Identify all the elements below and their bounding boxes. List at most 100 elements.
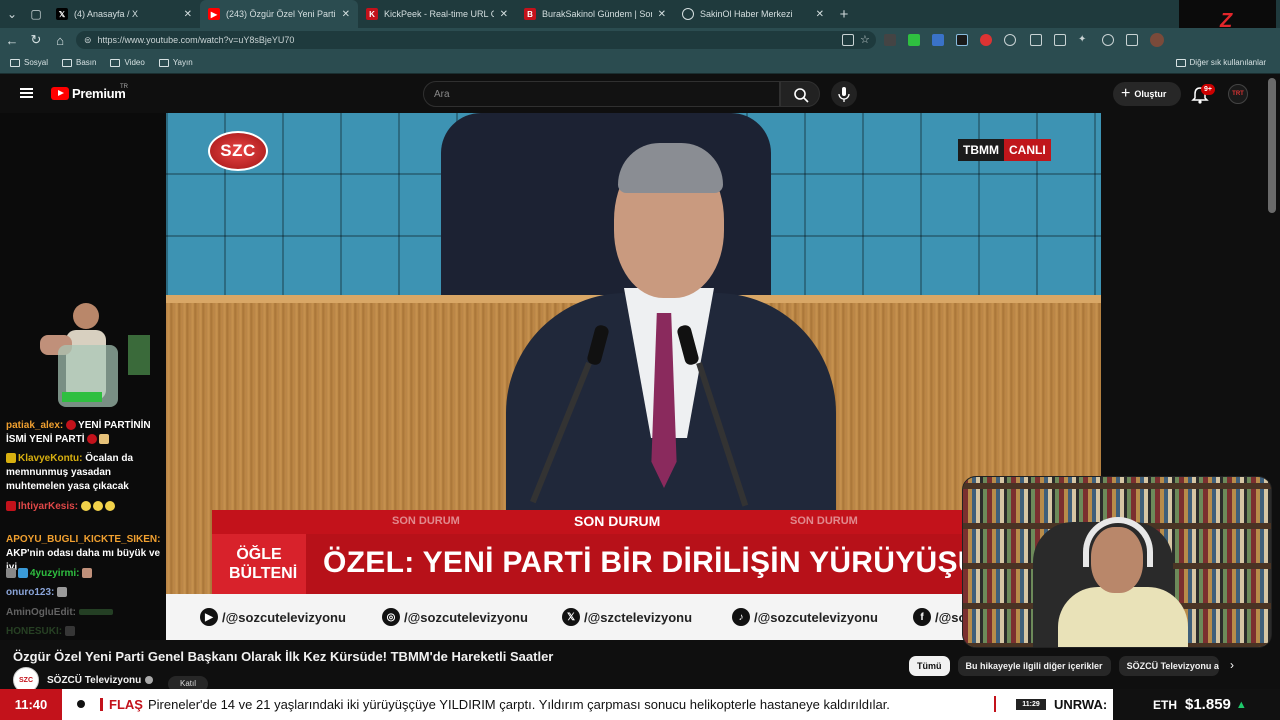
kickpeek-icon: K [366, 8, 378, 20]
chevron-right-icon[interactable]: › [1230, 658, 1246, 674]
extension-1-icon[interactable] [884, 34, 896, 46]
son-durum-label: SON DURUM [790, 515, 858, 527]
instagram-icon: ◎ [382, 608, 400, 626]
instagram-handle: ◎/@sozcutelevizyonu [382, 608, 528, 626]
ticker-timestamp: 11:29 [1016, 699, 1046, 710]
search-input[interactable]: Ara [423, 81, 780, 107]
close-tab-icon[interactable]: ✕ [500, 9, 508, 20]
streamer-body [1058, 587, 1188, 647]
emote-icon [57, 587, 68, 598]
chat-message: 4yuzyirmi: [6, 567, 166, 581]
emote-icon [87, 434, 98, 445]
chip-all[interactable]: Tümü [909, 656, 950, 676]
bulletin-label: ÖĞLE BÜLTENİ [212, 534, 306, 594]
streamer-avatar-image [40, 303, 150, 407]
folder-icon [110, 58, 121, 67]
browser-tab-kickpeek[interactable]: K KickPeek - Real-time URL Crawler ✕ [358, 0, 516, 28]
emote-icon [82, 568, 93, 579]
video-player[interactable]: SZC TBMM CANLI SON DURUM SON DURUM SON D… [166, 113, 1101, 640]
trend-up-icon: ▲ [1235, 698, 1247, 711]
extension-2-icon[interactable] [908, 34, 920, 46]
browser-essentials-icon[interactable] [1102, 34, 1114, 46]
streamer-webcam [962, 476, 1272, 648]
browser-tab-buraksakinol[interactable]: B BurakSakinol Gündem | Son 3 Gün ✕ [516, 0, 674, 28]
extension-6-icon[interactable] [1004, 34, 1016, 46]
youtube-handle: ▶/@sozcutelevizyonu [200, 608, 346, 626]
bookmark-folder-yayin[interactable]: Yayın [158, 58, 193, 67]
folder-icon [10, 58, 20, 67]
video-title: Özgür Özel Yeni Parti Genel Başkanı Olar… [13, 649, 554, 664]
browser-tab-sakinol[interactable]: SakinOl Haber Merkezi ✕ [674, 0, 832, 28]
account-avatar[interactable]: TRT [1228, 84, 1248, 104]
chat-message: HONESUKI: [6, 625, 166, 639]
extension-4-icon[interactable] [956, 34, 968, 46]
ticker-separator [994, 696, 996, 712]
live-tag: TBMM CANLI [958, 139, 1051, 161]
create-button[interactable]: + Oluştur [1113, 82, 1181, 106]
news-headline: ÖZEL: YENİ PARTİ BİR DİRİLİŞİN YÜRÜYÜŞÜ [323, 546, 980, 579]
channel-info[interactable]: SZC SÖZCÜ Televizyonu [13, 667, 154, 693]
facebook-handle: f/@so [913, 608, 966, 626]
search-button[interactable] [780, 81, 820, 107]
close-tab-icon[interactable]: ✕ [816, 9, 824, 20]
region-code: TR [120, 84, 128, 90]
other-bookmarks[interactable]: Diğer sık kullanılanlar [1175, 58, 1266, 67]
bookmark-folder-sosyal[interactable]: Sosyal [10, 58, 48, 67]
extension-3-icon[interactable] [932, 34, 944, 46]
related-filter-chips: Tümü Bu hikayeyle ilgili diğer içerikler… [909, 656, 1227, 676]
facebook-icon: f [913, 608, 931, 626]
chip-channel[interactable]: SÖZCÜ Televizyonu adı [1118, 656, 1219, 676]
profile-avatar-icon[interactable] [1150, 33, 1164, 47]
flash-label: FLAŞ [100, 689, 143, 720]
app-available-icon[interactable] [842, 34, 854, 46]
close-tab-icon[interactable]: ✕ [342, 9, 350, 20]
browser-tab-youtube[interactable]: ▶ (243) Özgür Özel Yeni Parti Ge ✕ [200, 0, 358, 28]
browser-tab-x[interactable]: 𝕏 (4) Anasayfa / X ✕ [48, 0, 200, 28]
home-icon[interactable]: ⌂ [48, 28, 72, 52]
emote-icon [99, 434, 110, 445]
tab-menu-chevron-icon[interactable]: ⌄ [0, 0, 24, 28]
channel-name[interactable]: SÖZCÜ Televizyonu [47, 675, 141, 686]
notification-count-badge: 9+ [1201, 84, 1215, 95]
favorite-star-icon[interactable]: ☆ [860, 34, 872, 46]
crypto-ticker: ETH $1.859 ▲ [1113, 689, 1280, 720]
emote-icon [66, 420, 77, 431]
plus-icon: + [1121, 85, 1131, 102]
youtube-icon: ▶ [200, 608, 218, 626]
bookmark-folder-video[interactable]: Video [110, 58, 145, 67]
flag-marker-icon [100, 698, 103, 711]
collections-icon[interactable] [1126, 34, 1138, 46]
folder-icon [158, 58, 169, 67]
menu-hamburger-icon[interactable] [20, 88, 33, 98]
extension-5-icon[interactable] [980, 34, 992, 46]
badge-icon [6, 568, 16, 579]
tab-workspace-icon[interactable]: ▢ [24, 0, 48, 28]
badge-icon [6, 501, 16, 512]
verified-icon [145, 676, 154, 684]
site-info-icon[interactable]: ⊜ [84, 35, 92, 46]
youtube-premium-brand[interactable]: Premium [72, 86, 126, 101]
reload-icon[interactable]: ↻ [24, 28, 48, 52]
emote-icon [78, 609, 113, 616]
address-bar[interactable]: ⊜ https://www.youtube.com/watch?v=uY8sBj… [76, 31, 876, 49]
ticker-dot-icon [64, 689, 100, 720]
voice-search-button[interactable] [831, 81, 857, 107]
extensions-puzzle-icon[interactable]: ✦ [1078, 34, 1090, 46]
browser-tabstrip: ⌄ ▢ 𝕏 (4) Anasayfa / X ✕ ▶ (243) Özgür Ö… [0, 0, 1280, 28]
bookmarks-bar: Sosyal Basın Video Yayın Diğer sık kulla… [0, 52, 1280, 74]
szc-channel-logo: SZC [208, 131, 268, 171]
son-durum-label: SON DURUM [392, 515, 460, 527]
emote-icon [64, 626, 75, 637]
folder-icon [62, 58, 73, 67]
page-scrollbar[interactable] [1268, 78, 1276, 213]
split-screen-icon[interactable] [1030, 34, 1042, 46]
youtube-logo-icon[interactable] [51, 87, 69, 100]
chip-related-story[interactable]: Bu hikayeyle ilgili diğer içerikler [957, 656, 1111, 676]
bookmark-folder-basin[interactable]: Basın [62, 58, 96, 67]
close-tab-icon[interactable]: ✕ [184, 9, 192, 20]
new-tab-plus-icon[interactable]: + [832, 0, 856, 28]
favorites-icon[interactable] [1054, 34, 1066, 46]
folder-icon [1175, 58, 1186, 67]
close-tab-icon[interactable]: ✕ [658, 9, 666, 20]
back-arrow-icon[interactable]: ← [0, 28, 24, 52]
